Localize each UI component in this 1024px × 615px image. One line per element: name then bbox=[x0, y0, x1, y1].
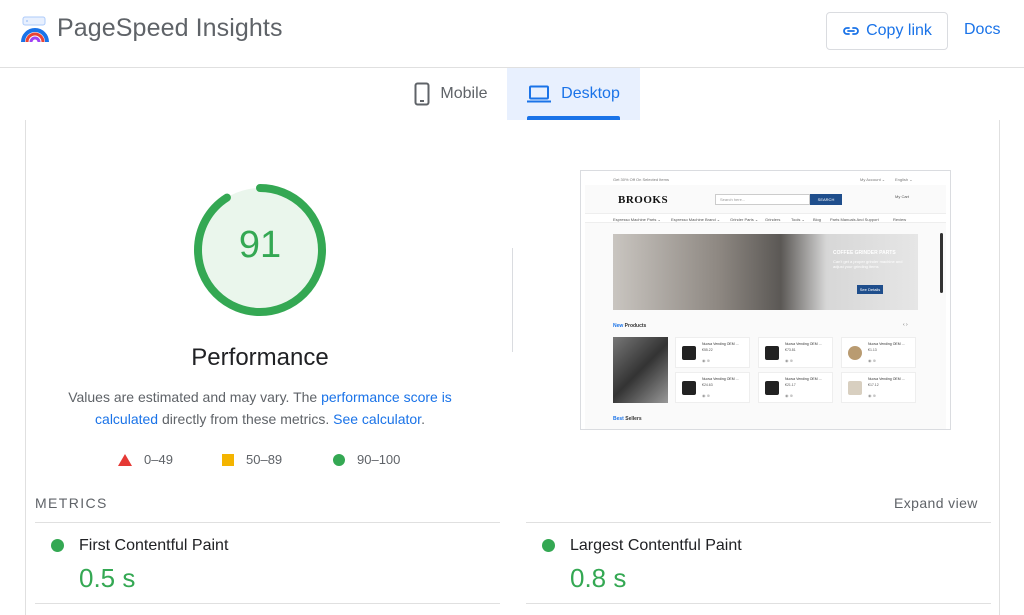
selected-tab-indicator bbox=[527, 116, 620, 120]
lcp-metric-value: 0.8 s bbox=[570, 563, 627, 593]
screenshot-topbar: Get 30% Off On Selected Items My Account… bbox=[585, 173, 946, 185]
legend-fail: 0–49 bbox=[118, 452, 173, 467]
divider bbox=[526, 522, 991, 523]
mobile-phone-icon bbox=[414, 82, 430, 106]
screenshot-product-card: Nuova Vending OEM ... €73.81 ◉ ⊕ bbox=[758, 337, 833, 368]
green-circle-icon bbox=[333, 453, 345, 466]
screenshot-feature-image bbox=[613, 337, 668, 403]
tab-desktop[interactable]: Desktop bbox=[507, 68, 640, 120]
expand-view-button[interactable]: Expand view bbox=[894, 495, 978, 511]
performance-description: Values are estimated and may vary. The p… bbox=[68, 389, 452, 427]
screenshot-best-sellers-heading: Best Sellers bbox=[613, 416, 642, 422]
link-icon bbox=[843, 27, 859, 35]
final-screenshot: Get 30% Off On Selected Items My Account… bbox=[580, 170, 951, 430]
report-frame-right bbox=[999, 120, 1000, 615]
screenshot-product-card: Nuova Vending OEM ... €55.22 ◉ ⊕ bbox=[675, 337, 750, 368]
lcp-status-icon bbox=[542, 539, 555, 552]
pagespeed-logo-icon bbox=[21, 16, 49, 43]
divider bbox=[35, 603, 500, 604]
screenshot-search: Search here... bbox=[715, 194, 810, 205]
legend-pass-range: 90–100 bbox=[357, 452, 401, 467]
screenshot-product-card: Nuova Vending OEM ... €1.13 ◉ ⊕ bbox=[841, 337, 916, 368]
screenshot-hero-sub: Can't get a proper grinder machine and a… bbox=[833, 259, 903, 269]
performance-title: Performance bbox=[191, 344, 329, 371]
fcp-metric-name: First Contentful Paint bbox=[79, 537, 229, 554]
orange-square-icon bbox=[222, 453, 234, 466]
tab-mobile-label: Mobile bbox=[440, 85, 488, 102]
app-header: PageSpeed Insights Copy link Docs bbox=[0, 0, 1024, 68]
copy-link-label: Copy link bbox=[866, 22, 932, 39]
screenshot-product-card: Nuova Vending OEM ... €17.12 ◉ ⊕ bbox=[841, 372, 916, 403]
app-title: PageSpeed Insights bbox=[57, 14, 283, 42]
lcp-metric-name: Largest Contentful Paint bbox=[570, 537, 742, 554]
screenshot-scrollbar bbox=[940, 233, 943, 293]
fcp-metric-value: 0.5 s bbox=[79, 563, 136, 593]
tab-desktop-label: Desktop bbox=[561, 85, 620, 102]
legend-fail-range: 0–49 bbox=[144, 452, 173, 467]
fcp-status-icon bbox=[51, 539, 64, 552]
divider bbox=[526, 603, 991, 604]
laptop-icon bbox=[527, 85, 552, 103]
section-divider bbox=[512, 248, 513, 352]
tab-mobile[interactable]: Mobile bbox=[396, 68, 506, 120]
screenshot-product-card: Nuova Vending OEM ... €24.63 ◉ ⊕ bbox=[675, 372, 750, 403]
screenshot-brand: BROOKS bbox=[618, 194, 669, 206]
see-calculator-link[interactable]: See calculator bbox=[333, 411, 421, 427]
copy-link-button[interactable]: Copy link bbox=[826, 12, 948, 50]
screenshot-hero-banner bbox=[613, 234, 918, 310]
screenshot-nav: Espresso Machine Parts ⌄ Espresso Machin… bbox=[585, 213, 946, 223]
screenshot-hero-title: COFFEE GRINDER PARTS bbox=[833, 250, 896, 256]
screenshot-search-button: SEARCH bbox=[810, 194, 842, 205]
legend-pass: 90–100 bbox=[333, 452, 400, 467]
legend-average-range: 50–89 bbox=[246, 452, 283, 467]
red-triangle-icon bbox=[118, 453, 132, 466]
divider bbox=[35, 522, 500, 523]
screenshot-new-products-heading: New Products bbox=[613, 323, 647, 329]
screenshot-hero-button: See Details bbox=[857, 285, 883, 294]
screenshot-page: Get 30% Off On Selected Items My Account… bbox=[585, 173, 946, 429]
screenshot-cart: My Cart bbox=[895, 194, 909, 199]
screenshot-product-card: Nuova Vending OEM ... €21.17 ◉ ⊕ bbox=[758, 372, 833, 403]
docs-link[interactable]: Docs bbox=[964, 21, 1000, 39]
metrics-heading: METRICS bbox=[35, 495, 108, 511]
report-frame-left bbox=[25, 120, 26, 615]
legend-average: 50–89 bbox=[222, 452, 282, 467]
performance-score: 91 bbox=[238, 224, 282, 266]
screenshot-carousel-arrows: ‹ › bbox=[903, 322, 908, 328]
device-tabs: Mobile Desktop bbox=[0, 68, 1024, 120]
